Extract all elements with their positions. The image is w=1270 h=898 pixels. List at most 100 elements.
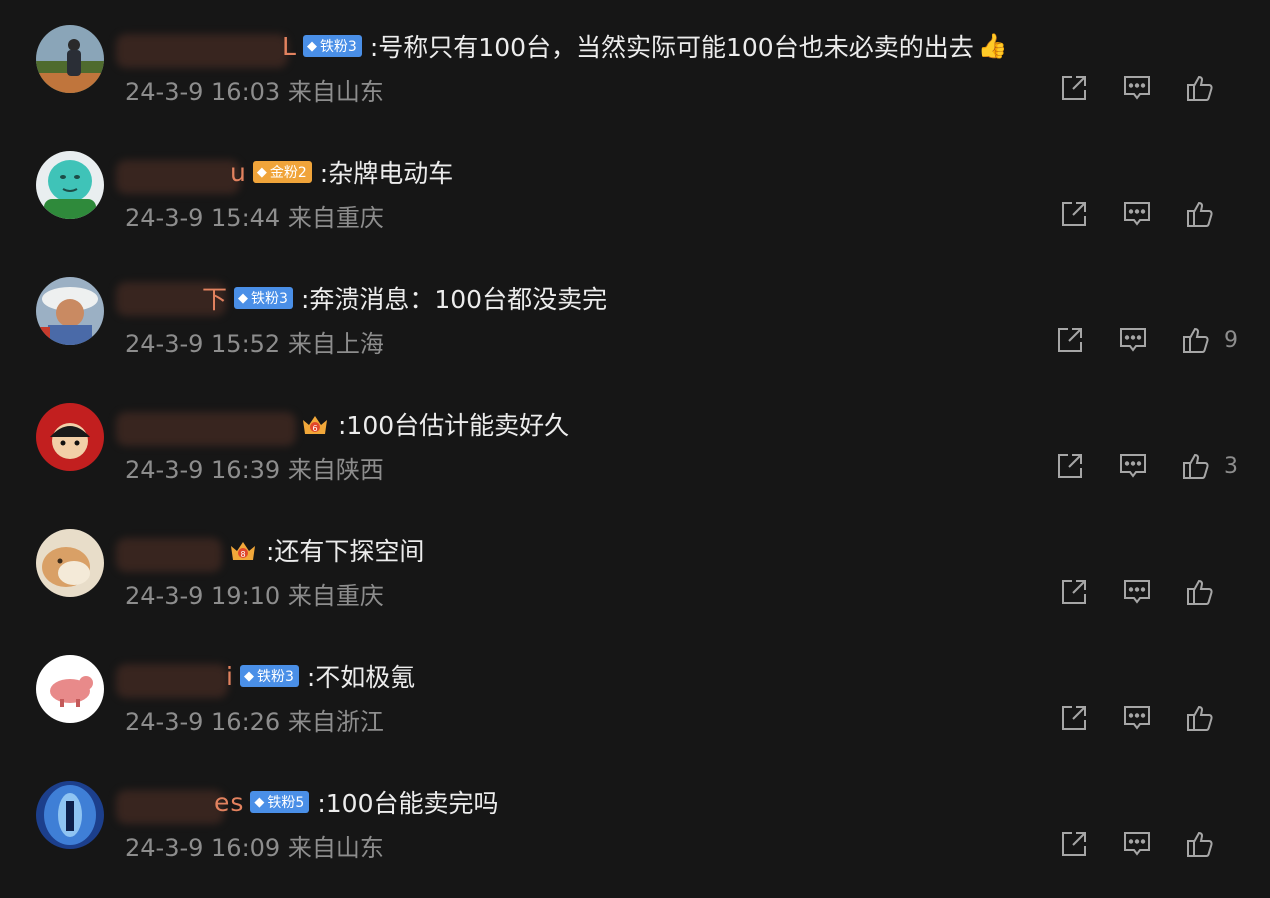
comment-item: i ◆ 铁粉3 :不如极氪 24-3-9 16:26 来自浙江 bbox=[0, 630, 1270, 756]
username[interactable]: 下 bbox=[116, 280, 234, 316]
diamond-icon: ◆ bbox=[306, 38, 317, 54]
avatar[interactable] bbox=[36, 403, 104, 471]
like-button[interactable] bbox=[1180, 450, 1212, 482]
comment-icon bbox=[1124, 202, 1150, 226]
svg-text:6: 6 bbox=[312, 424, 317, 433]
share-button[interactable] bbox=[1058, 576, 1090, 608]
share-button[interactable] bbox=[1058, 72, 1090, 104]
comment-meta: 24-3-9 15:52 来自上海 bbox=[125, 330, 384, 358]
share-icon bbox=[1062, 832, 1086, 856]
thumbs-up-icon bbox=[1187, 579, 1213, 605]
share-icon bbox=[1062, 202, 1086, 226]
diamond-icon: ◆ bbox=[254, 794, 265, 810]
reply-button[interactable] bbox=[1121, 702, 1153, 734]
share-icon bbox=[1058, 454, 1082, 478]
share-button[interactable] bbox=[1054, 324, 1086, 356]
avatar[interactable] bbox=[36, 25, 104, 93]
like-button[interactable] bbox=[1180, 324, 1212, 356]
comment-item: 下 ◆ 铁粉3 :奔溃消息：100台都没卖完 24-3-9 15:52 来自上海 … bbox=[0, 252, 1270, 378]
reply-button[interactable] bbox=[1121, 828, 1153, 860]
fan-badge[interactable]: ◆ 铁粉5 bbox=[250, 791, 310, 813]
comment-text: :杂牌电动车 bbox=[319, 159, 454, 188]
reply-button[interactable] bbox=[1117, 450, 1149, 482]
comment-list: L ◆ 铁粉3 :号称只有100台，当然实际可能100台也未必卖的出去 👍 24-… bbox=[0, 0, 1270, 898]
username[interactable]: u bbox=[116, 158, 253, 194]
crown-icon[interactable]: 6 bbox=[300, 410, 330, 438]
comment-text: :奔溃消息：100台都没卖完 bbox=[300, 285, 608, 314]
comment-icon bbox=[1120, 328, 1146, 352]
comment-icon bbox=[1124, 76, 1150, 100]
like-count: 3 bbox=[1224, 453, 1238, 479]
comment-meta: 24-3-9 16:09 来自山东 bbox=[125, 834, 384, 862]
diamond-icon: ◆ bbox=[256, 164, 267, 180]
share-button[interactable] bbox=[1058, 828, 1090, 860]
comment-text: :100台估计能卖好久 bbox=[338, 411, 570, 440]
reply-button[interactable] bbox=[1121, 72, 1153, 104]
comment-actions bbox=[1027, 574, 1238, 610]
reply-button[interactable] bbox=[1121, 198, 1153, 230]
comment-actions: 3 bbox=[1023, 448, 1238, 484]
comment-actions bbox=[1027, 196, 1238, 232]
fan-badge[interactable]: ◆ 铁粉3 bbox=[302, 35, 362, 57]
share-button[interactable] bbox=[1054, 450, 1086, 482]
comment-actions bbox=[1027, 826, 1238, 862]
thumbs-up-icon bbox=[1183, 453, 1209, 479]
crown-icon[interactable]: 8 bbox=[228, 536, 258, 564]
comment-meta: 24-3-9 16:26 来自浙江 bbox=[125, 708, 384, 736]
username[interactable] bbox=[116, 536, 228, 572]
comment-actions bbox=[1027, 70, 1238, 106]
like-count: 9 bbox=[1224, 327, 1238, 353]
username[interactable]: i bbox=[116, 662, 240, 698]
comment-item: 6 :100台估计能卖好久 24-3-9 16:39 来自陕西 3 bbox=[0, 378, 1270, 504]
thumbs-up-icon bbox=[1187, 201, 1213, 227]
avatar[interactable] bbox=[36, 781, 104, 849]
avatar[interactable] bbox=[36, 655, 104, 723]
username[interactable] bbox=[116, 410, 300, 446]
comment-meta: 24-3-9 15:44 来自重庆 bbox=[125, 204, 384, 232]
comment-meta: 24-3-9 16:03 来自山东 bbox=[125, 78, 384, 106]
fan-badge[interactable]: ◆ 金粉2 bbox=[252, 161, 312, 183]
comment-icon bbox=[1124, 580, 1150, 604]
thumbs-up-icon bbox=[1187, 831, 1213, 857]
share-icon bbox=[1062, 76, 1086, 100]
avatar[interactable] bbox=[36, 277, 104, 345]
fan-badge[interactable]: ◆ 铁粉3 bbox=[239, 665, 299, 687]
comment-icon bbox=[1120, 454, 1146, 478]
comment-item: u ◆ 金粉2 :杂牌电动车 24-3-9 15:44 来自重庆 bbox=[0, 126, 1270, 252]
thumbs-up-icon bbox=[1187, 705, 1213, 731]
share-icon bbox=[1062, 580, 1086, 604]
diamond-icon: ◆ bbox=[238, 290, 249, 306]
comment-icon bbox=[1124, 706, 1150, 730]
username[interactable]: es bbox=[116, 788, 250, 824]
comment-meta: 24-3-9 16:39 来自陕西 bbox=[125, 456, 384, 484]
comment-text: :100台能卖完吗 bbox=[317, 789, 499, 818]
svg-text:8: 8 bbox=[240, 550, 245, 559]
comment-actions bbox=[1027, 700, 1238, 736]
share-button[interactable] bbox=[1058, 198, 1090, 230]
comment-item: L ◆ 铁粉3 :号称只有100台，当然实际可能100台也未必卖的出去 👍 24-… bbox=[0, 0, 1270, 126]
comment-icon bbox=[1124, 832, 1150, 856]
thumbs-up-emoji: 👍 bbox=[977, 32, 1008, 60]
like-button[interactable] bbox=[1184, 828, 1216, 860]
like-button[interactable] bbox=[1184, 576, 1216, 608]
share-button[interactable] bbox=[1058, 702, 1090, 734]
thumbs-up-icon bbox=[1183, 327, 1209, 353]
comment-item: es ◆ 铁粉5 :100台能卖完吗 24-3-9 16:09 来自山东 bbox=[0, 756, 1270, 882]
like-button[interactable] bbox=[1184, 198, 1216, 230]
avatar[interactable] bbox=[36, 529, 104, 597]
diamond-icon: ◆ bbox=[243, 668, 254, 684]
username[interactable]: L bbox=[116, 32, 303, 68]
share-icon bbox=[1062, 706, 1086, 730]
fan-badge[interactable]: ◆ 铁粉3 bbox=[234, 287, 293, 309]
share-icon bbox=[1058, 328, 1082, 352]
like-button[interactable] bbox=[1184, 72, 1216, 104]
comment-item: 8 :还有下探空间 24-3-9 19:10 来自重庆 bbox=[0, 504, 1270, 630]
comment-text: :不如极氪 bbox=[306, 663, 416, 692]
thumbs-up-icon bbox=[1187, 75, 1213, 101]
reply-button[interactable] bbox=[1121, 576, 1153, 608]
comment-text: :还有下探空间 bbox=[266, 537, 425, 566]
reply-button[interactable] bbox=[1117, 324, 1149, 356]
comment-text: :号称只有100台，当然实际可能100台也未必卖的出去 bbox=[369, 33, 974, 62]
like-button[interactable] bbox=[1184, 702, 1216, 734]
avatar[interactable] bbox=[36, 151, 104, 219]
